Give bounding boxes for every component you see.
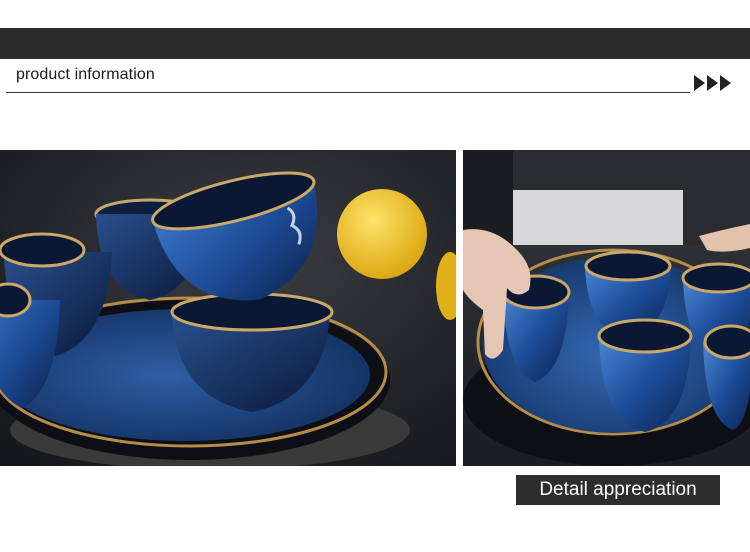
top-banner-bar — [0, 28, 750, 59]
product-photo-hands-arranging-cups — [463, 150, 750, 466]
section-title: product information — [16, 66, 155, 83]
detail-appreciation-label: Detail appreciation — [516, 475, 720, 505]
section-divider — [6, 92, 690, 93]
arrow-right-icon — [694, 75, 705, 91]
arrow-right-icon — [720, 75, 731, 91]
arrow-right-icon — [707, 75, 718, 91]
triple-arrow-icon — [694, 75, 731, 93]
product-photo-cups-stacked — [0, 150, 456, 466]
